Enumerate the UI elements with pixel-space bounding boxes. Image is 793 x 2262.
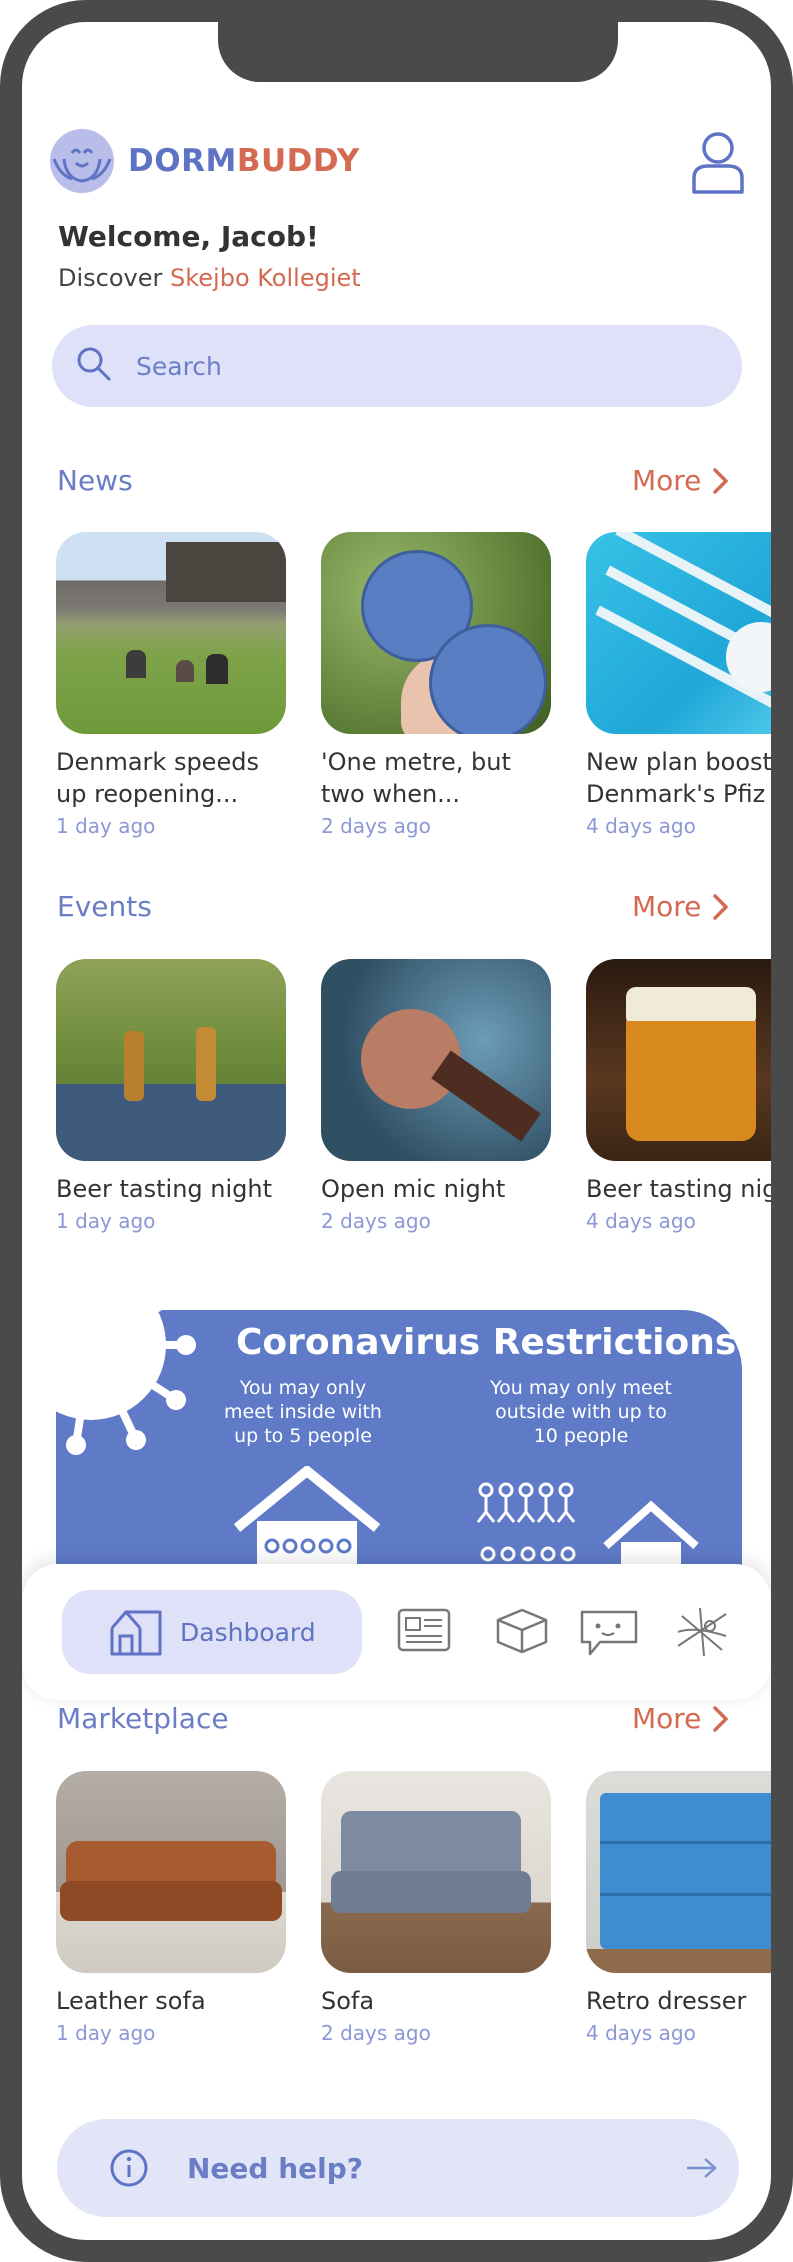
discover-prefix: Discover xyxy=(58,264,170,292)
rule-inside: You may only meet inside with up to 5 pe… xyxy=(224,1377,382,1447)
news-nav-icon[interactable] xyxy=(396,1606,452,1654)
news-time: 2 days ago xyxy=(321,814,431,838)
marketplace-image-leather-sofa xyxy=(56,1771,286,1973)
chat-nav-icon[interactable] xyxy=(578,1606,640,1658)
app-logo: DORMBUDDY xyxy=(50,129,360,193)
news-title: New plan boost Denmark's Pfiz xyxy=(586,748,771,808)
event-time: 1 day ago xyxy=(56,1209,156,1233)
events-section-title: Events xyxy=(57,890,152,923)
event-image-beer-mug xyxy=(586,959,771,1161)
buddy-logo-icon xyxy=(50,129,114,193)
search-icon xyxy=(76,346,112,386)
marketplace-title: Leather sofa xyxy=(56,1987,206,2015)
search-input[interactable] xyxy=(134,350,638,382)
event-title: Open mic night xyxy=(321,1175,506,1203)
chevron-right-icon xyxy=(713,467,729,494)
event-card[interactable]: Open mic night 2 days ago xyxy=(321,959,551,1233)
dorm-name-link[interactable]: Skejbo Kollegiet xyxy=(170,264,361,292)
event-title: Beer tasting night xyxy=(56,1175,272,1203)
coronavirus-restrictions-banner[interactable]: Coronavirus Restrictions You may only me… xyxy=(56,1310,742,1600)
marketplace-time: 4 days ago xyxy=(586,2021,696,2045)
marketplace-card[interactable]: Sofa 2 days ago xyxy=(321,1771,551,2045)
marketplace-time: 1 day ago xyxy=(56,2021,156,2045)
event-time: 4 days ago xyxy=(586,1209,696,1233)
marketplace-title: Sofa xyxy=(321,1987,375,2015)
news-section-title: News xyxy=(57,464,133,497)
virus-icon xyxy=(56,1310,196,1455)
marketplace-card[interactable]: Leather sofa 1 day ago xyxy=(56,1771,286,2045)
banner-title: Coronavirus Restrictions xyxy=(236,1322,737,1363)
phone-notch xyxy=(218,22,618,82)
rule-outside: You may only meet outside with up to 10 … xyxy=(490,1377,672,1447)
info-icon xyxy=(110,2149,148,2187)
phone-frame: DORMBUDDY Welcome, Jacob! Discover Skejb… xyxy=(0,0,793,2262)
news-card[interactable]: 'One metre, but two when... 2 days ago xyxy=(321,532,551,838)
discover-line: Discover Skejbo Kollegiet xyxy=(58,264,361,292)
news-card[interactable]: New plan boost Denmark's Pfiz 4 days ago xyxy=(586,532,771,838)
brand-name: DORMBUDDY xyxy=(128,143,360,179)
marketplace-image-retro-dresser xyxy=(586,1771,771,1973)
event-image-microphone xyxy=(321,959,551,1161)
news-image-distance-badges xyxy=(321,532,551,734)
search-bar[interactable] xyxy=(52,325,742,407)
news-title: Denmark speeds up reopening... xyxy=(56,748,259,808)
nav-dashboard-tab[interactable]: Dashboard xyxy=(62,1590,362,1674)
news-time: 4 days ago xyxy=(586,814,696,838)
event-card[interactable]: Beer tasting night 1 day ago xyxy=(56,959,286,1233)
arrow-right-icon xyxy=(687,2158,717,2178)
need-help-button[interactable]: Need help? xyxy=(57,2119,739,2217)
map-nav-icon[interactable] xyxy=(674,1606,730,1658)
events-more-link[interactable]: More xyxy=(632,890,729,923)
marketplace-more-label: More xyxy=(632,1702,702,1735)
furniture-nav-icon[interactable] xyxy=(494,1606,550,1658)
event-time: 2 days ago xyxy=(321,1209,431,1233)
need-help-label: Need help? xyxy=(187,2151,364,2185)
marketplace-card[interactable]: Retro dresser 4 days ago xyxy=(586,1771,771,2045)
news-more-link[interactable]: More xyxy=(632,464,729,497)
welcome-heading: Welcome, Jacob! xyxy=(58,220,319,253)
brand-part-buddy: BUDDY xyxy=(236,143,360,179)
marketplace-time: 2 days ago xyxy=(321,2021,431,2045)
app-screen: DORMBUDDY Welcome, Jacob! Discover Skejb… xyxy=(22,22,771,2240)
marketplace-image-sofa xyxy=(321,1771,551,1973)
chevron-right-icon xyxy=(713,893,729,920)
news-title: 'One metre, but two when... xyxy=(321,748,511,808)
bottom-navigation: Dashboard xyxy=(22,1564,771,1700)
marketplace-title: Retro dresser xyxy=(586,1987,747,2015)
profile-icon[interactable] xyxy=(690,130,746,198)
marketplace-more-link[interactable]: More xyxy=(632,1702,729,1735)
news-image-park xyxy=(56,532,286,734)
home-icon xyxy=(110,1610,162,1656)
events-more-label: More xyxy=(632,890,702,923)
news-image-syringes xyxy=(586,532,771,734)
brand-part-dorm: DORM xyxy=(128,143,237,179)
event-image-beer-bottles xyxy=(56,959,286,1161)
marketplace-section-title: Marketplace xyxy=(57,1702,229,1735)
chevron-right-icon xyxy=(713,1705,729,1732)
nav-dashboard-label: Dashboard xyxy=(180,1617,316,1647)
news-card[interactable]: Denmark speeds up reopening... 1 day ago xyxy=(56,532,286,838)
news-more-label: More xyxy=(632,464,702,497)
event-card[interactable]: Beer tasting nig 4 days ago xyxy=(586,959,771,1233)
event-title: Beer tasting nig xyxy=(586,1175,771,1203)
news-time: 1 day ago xyxy=(56,814,156,838)
